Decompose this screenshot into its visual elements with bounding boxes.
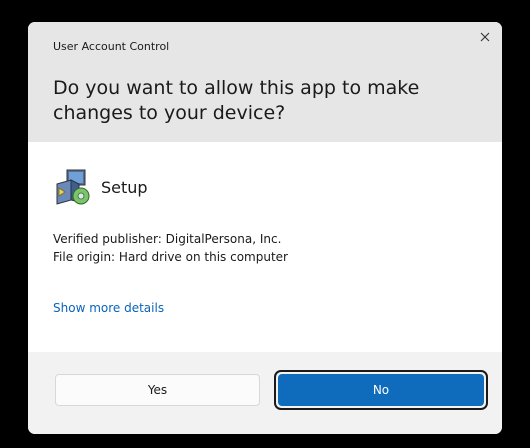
no-button[interactable]: No (278, 374, 484, 406)
dialog-footer: Yes No (28, 352, 502, 434)
verified-publisher: Verified publisher: DigitalPersona, Inc. (53, 232, 282, 246)
uac-dialog: User Account Control Do you want to allo… (28, 22, 502, 434)
close-button[interactable] (474, 26, 496, 48)
close-icon (480, 32, 490, 42)
yes-button[interactable]: Yes (55, 374, 260, 406)
dialog-title: User Account Control (53, 40, 170, 53)
setup-installer-icon (56, 169, 90, 205)
app-info: Setup (53, 167, 148, 207)
prompt-question: Do you want to allow this app to make ch… (53, 77, 420, 124)
show-more-details-link[interactable]: Show more details (53, 301, 164, 315)
file-origin: File origin: Hard drive on this computer (53, 250, 288, 264)
app-name: Setup (101, 177, 148, 197)
dialog-header: User Account Control Do you want to allo… (28, 22, 502, 142)
